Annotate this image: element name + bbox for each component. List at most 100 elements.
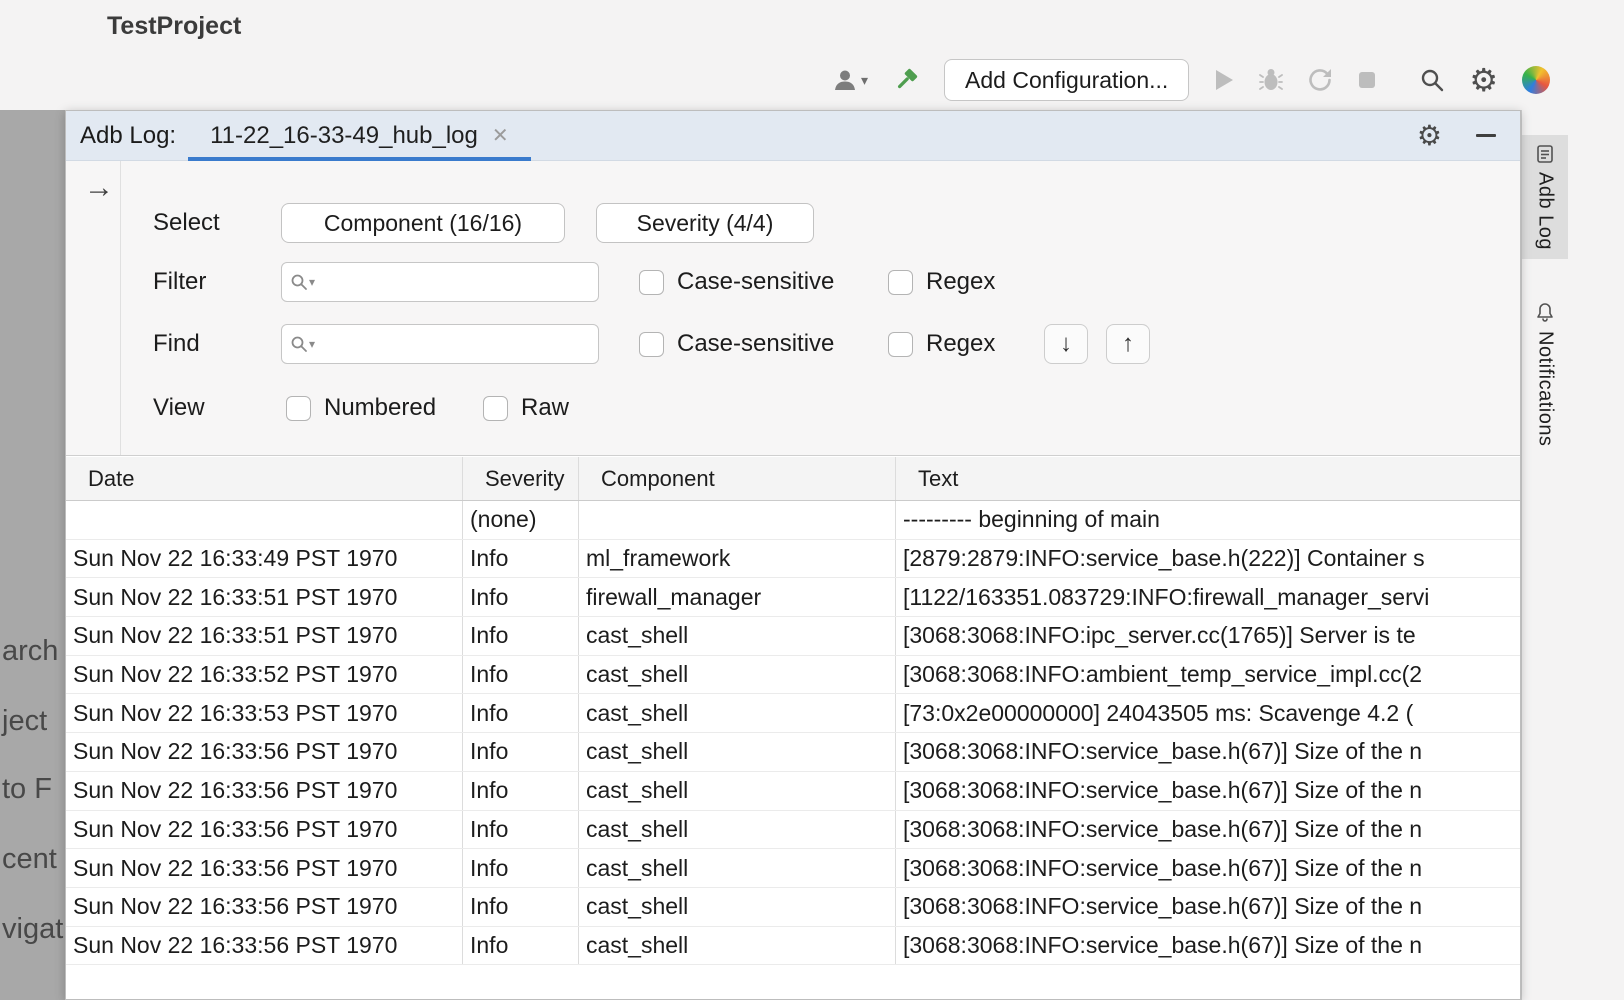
table-row[interactable]: Sun Nov 22 16:33:51 PST 1970Infofirewall… — [66, 578, 1520, 617]
regex-checkbox[interactable] — [888, 332, 913, 357]
column-header-date[interactable]: Date — [66, 457, 463, 500]
case-sensitive-checkbox[interactable] — [639, 270, 664, 295]
view-label: View — [153, 388, 205, 428]
cell-component: cast_shell — [579, 694, 896, 732]
tool-window-button-adb-log[interactable]: Adb Log — [1522, 135, 1568, 259]
cell-component: ml_framework — [579, 540, 896, 578]
cell-text: [3068:3068:INFO:service_base.h(67)] Size… — [896, 888, 1520, 926]
cell-severity: Info — [463, 772, 579, 810]
background-text-fragment: vigat — [2, 913, 63, 946]
cell-text: [2879:2879:INFO:service_base.h(222)] Con… — [896, 540, 1520, 578]
column-header-component[interactable]: Component — [579, 457, 896, 500]
cell-date: Sun Nov 22 16:33:56 PST 1970 — [66, 849, 463, 887]
cell-severity: Info — [463, 656, 579, 694]
user-silhouette-icon — [832, 68, 858, 92]
tool-window-button-notifications[interactable]: Notifications — [1522, 293, 1568, 455]
raw-checkbox[interactable] — [483, 396, 508, 421]
right-tool-strip: Adb Log Notifications — [1521, 110, 1624, 1000]
cell-component: cast_shell — [579, 927, 896, 965]
panel-settings-gear-icon[interactable]: ⚙ — [1417, 122, 1442, 150]
table-row[interactable]: Sun Nov 22 16:33:56 PST 1970Infocast_she… — [66, 888, 1520, 927]
search-icon — [290, 273, 308, 291]
regex-label: Regex — [926, 330, 995, 358]
table-row[interactable]: (none) --------- beginning of main — [66, 501, 1520, 540]
cell-component: cast_shell — [579, 888, 896, 926]
cell-text: [73:0x2e00000000] 24043505 ms: Scavenge … — [896, 694, 1520, 732]
cell-component: cast_shell — [579, 617, 896, 655]
background-text-fragment: to F — [2, 773, 52, 806]
cell-severity: (none) — [463, 501, 579, 539]
dimmed-background: arch ject to F cent vigat — [0, 110, 65, 1000]
cell-date: Sun Nov 22 16:33:56 PST 1970 — [66, 772, 463, 810]
table-row[interactable]: Sun Nov 22 16:33:51 PST 1970Infocast_she… — [66, 617, 1520, 656]
cell-text: [1122/163351.083729:INFO:firewall_manage… — [896, 578, 1520, 616]
table-row[interactable]: Sun Nov 22 16:33:56 PST 1970Infocast_she… — [66, 849, 1520, 888]
regex-checkbox[interactable] — [888, 270, 913, 295]
component-filter-button[interactable]: Component (16/16) — [281, 203, 565, 243]
numbered-checkbox[interactable] — [286, 396, 311, 421]
user-icon[interactable]: ▾ — [832, 68, 868, 92]
window-title: TestProject — [107, 12, 241, 41]
adb-log-strip-label: Adb Log — [1534, 172, 1557, 250]
minimize-icon[interactable] — [1476, 134, 1496, 137]
table-row[interactable]: Sun Nov 22 16:33:56 PST 1970Infocast_she… — [66, 772, 1520, 811]
build-hammer-icon[interactable] — [892, 66, 920, 94]
titlebar: TestProject ▾ Add Configuration... — [0, 0, 1624, 110]
background-text-fragment: ject — [2, 705, 47, 738]
table-row[interactable]: Sun Nov 22 16:33:56 PST 1970Infocast_she… — [66, 811, 1520, 850]
notifications-strip-label: Notifications — [1534, 331, 1557, 446]
bell-icon — [1535, 302, 1555, 323]
debug-icon[interactable] — [1259, 67, 1283, 93]
filter-case-sensitive: Case-sensitive — [639, 262, 834, 302]
search-icon[interactable] — [1419, 67, 1445, 93]
stop-icon[interactable] — [1357, 70, 1377, 90]
cell-severity: Info — [463, 578, 579, 616]
find-input[interactable] — [319, 331, 590, 357]
cell-text: --------- beginning of main — [896, 501, 1520, 539]
run-icon[interactable] — [1213, 68, 1235, 92]
forward-arrow-icon[interactable]: → — [84, 171, 114, 205]
table-row[interactable]: Sun Nov 22 16:33:56 PST 1970Infocast_she… — [66, 927, 1520, 966]
cell-date: Sun Nov 22 16:33:51 PST 1970 — [66, 617, 463, 655]
filter-section: → Select Component (16/16) Severity (4/4… — [66, 161, 1520, 456]
add-configuration-button[interactable]: Add Configuration... — [944, 59, 1189, 101]
cell-text: [3068:3068:INFO:service_base.h(67)] Size… — [896, 772, 1520, 810]
settings-gear-icon[interactable]: ⚙ — [1469, 64, 1498, 96]
cell-text: [3068:3068:INFO:service_base.h(67)] Size… — [896, 849, 1520, 887]
cell-component: cast_shell — [579, 772, 896, 810]
profiler-icon[interactable] — [1307, 67, 1333, 93]
arrow-down-icon: ↓ — [1060, 330, 1072, 358]
chevron-down-icon: ▾ — [861, 72, 868, 89]
arrow-up-icon: ↑ — [1122, 330, 1134, 358]
find-next-button[interactable]: ↓ — [1044, 324, 1088, 364]
severity-filter-button[interactable]: Severity (4/4) — [596, 203, 814, 243]
table-row[interactable]: Sun Nov 22 16:33:49 PST 1970Infoml_frame… — [66, 540, 1520, 579]
close-icon[interactable]: ✕ — [492, 123, 509, 148]
case-sensitive-checkbox[interactable] — [639, 332, 664, 357]
filter-input[interactable] — [319, 269, 590, 295]
find-case-sensitive: Case-sensitive — [639, 324, 834, 364]
cell-text: [3068:3068:INFO:service_base.h(67)] Size… — [896, 811, 1520, 849]
column-header-text[interactable]: Text — [896, 457, 1520, 500]
cell-component: cast_shell — [579, 811, 896, 849]
case-sensitive-label: Case-sensitive — [677, 268, 834, 296]
find-previous-button[interactable]: ↑ — [1106, 324, 1150, 364]
cell-severity: Info — [463, 540, 579, 578]
adb-log-panel: Adb Log: 11-22_16-33-49_hub_log ✕ ⚙ → Se… — [65, 110, 1521, 1000]
filter-search-box: ▾ — [281, 262, 599, 302]
cell-text: [3068:3068:INFO:ambient_temp_service_imp… — [896, 656, 1520, 694]
log-file-tab[interactable]: 11-22_16-33-49_hub_log ✕ — [188, 111, 531, 161]
cell-component: firewall_manager — [579, 578, 896, 616]
column-header-severity[interactable]: Severity — [463, 457, 579, 500]
table-row[interactable]: Sun Nov 22 16:33:52 PST 1970Infocast_she… — [66, 656, 1520, 695]
background-text-fragment: arch — [2, 635, 58, 668]
background-text-fragment: cent — [2, 843, 57, 876]
cell-severity: Info — [463, 888, 579, 926]
cell-severity: Info — [463, 733, 579, 771]
search-icon — [290, 335, 308, 353]
cell-date: Sun Nov 22 16:33:56 PST 1970 — [66, 811, 463, 849]
table-row[interactable]: Sun Nov 22 16:33:53 PST 1970Infocast_she… — [66, 694, 1520, 733]
cell-text: [3068:3068:INFO:service_base.h(67)] Size… — [896, 733, 1520, 771]
colorful-sphere-icon[interactable] — [1522, 66, 1550, 94]
table-row[interactable]: Sun Nov 22 16:33:56 PST 1970Infocast_she… — [66, 733, 1520, 772]
